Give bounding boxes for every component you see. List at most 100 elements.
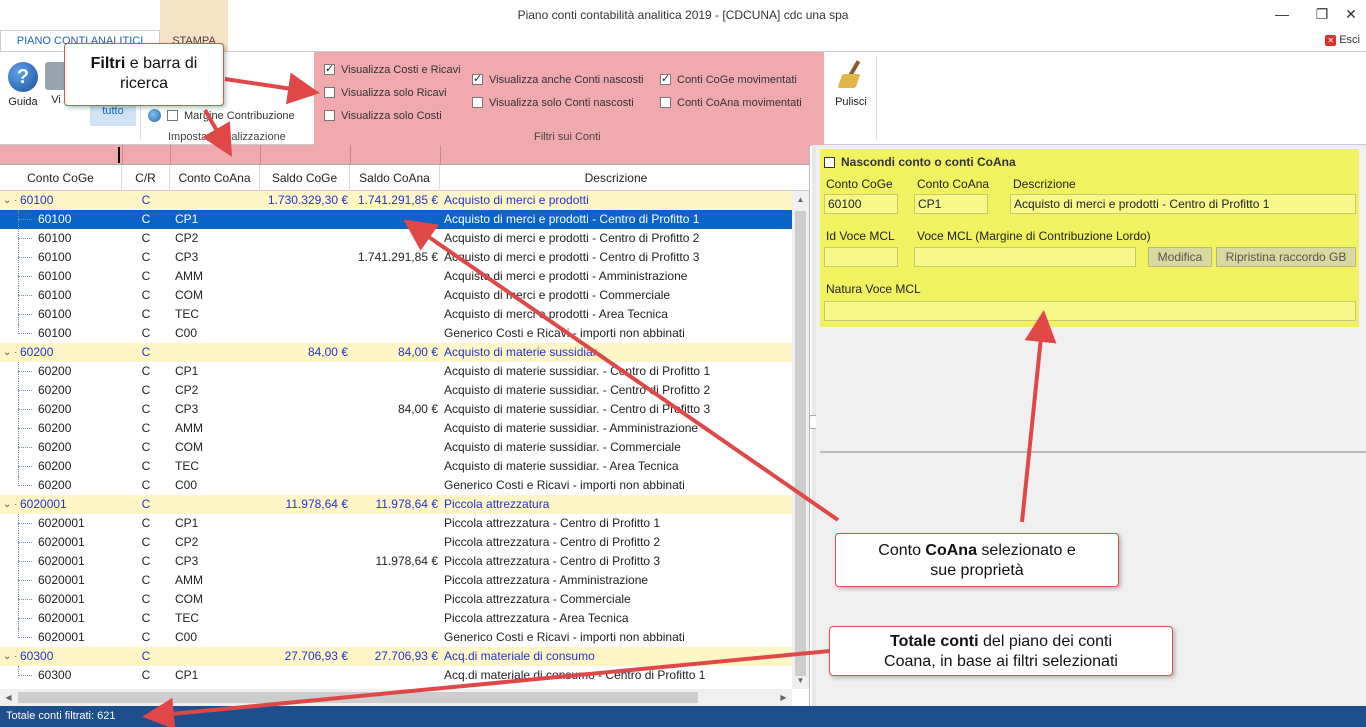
expand-icon[interactable]: ⌄ ·	[3, 343, 18, 362]
guida-button[interactable]: ? Guida	[6, 62, 40, 108]
cell-cr: C	[141, 611, 151, 625]
visualizza-costi-ricavi-check[interactable]: Visualizza Costi e Ricavi	[324, 62, 461, 76]
expand-icon[interactable]: ⌄ ·	[3, 495, 18, 514]
cell-cr: C	[141, 307, 151, 321]
table-row[interactable]: 60200 C CP3 84,00 € Acquisto di materie suss…	[0, 400, 792, 419]
margine-contribuzione-check[interactable]: Margine Contribuzione	[148, 109, 295, 122]
checkbox[interactable]	[824, 157, 835, 168]
text-caret	[118, 147, 120, 163]
conto-coana-field[interactable]: CP1	[914, 194, 988, 214]
checkbox[interactable]	[472, 97, 483, 108]
checkbox[interactable]	[324, 87, 335, 98]
table-row[interactable]: 6020001 C CP2 Piccola attrezzatura - Centro…	[0, 533, 792, 552]
cell-conto-coana: TEC	[175, 307, 199, 321]
checkbox[interactable]	[660, 97, 671, 108]
nascondi-coana-check[interactable]: Nascondi conto o conti CoAna	[824, 155, 1016, 169]
visualizza-solo-ricavi-check[interactable]: Visualizza solo Ricavi	[324, 87, 447, 99]
cell-conto-coana: CP2	[175, 231, 199, 245]
table-row[interactable]: 60100 C COM Acquisto di merci e prodotti - …	[0, 286, 792, 305]
esci-label: Esci	[1339, 34, 1360, 46]
cell-conto-coana: TEC	[175, 459, 199, 473]
checkbox[interactable]	[660, 72, 671, 85]
cell-saldo-coana: 1.741.291,85 €	[357, 250, 438, 264]
cell-conto-coana: TEC	[175, 611, 199, 625]
natura-voce-field[interactable]	[824, 301, 1356, 321]
scroll-left-icon[interactable]: ◀	[0, 689, 17, 706]
col-descrizione[interactable]: Descrizione	[440, 165, 792, 191]
group-row[interactable]: ⌄ · 60100 C 1.730.329,30 € 1.741.291,85 € Acq…	[0, 191, 792, 210]
checkbox[interactable]	[324, 62, 335, 75]
group-row[interactable]: ⌄ · 6020001 C 11.978,64 € 11.978,64 € Piccola…	[0, 495, 792, 514]
table-row[interactable]: 60200 C COM Acquisto di materie sussidiar. …	[0, 438, 792, 457]
table-row[interactable]: 60100 C CP2 Acquisto di merci e prodotti - …	[0, 229, 792, 248]
scroll-right-icon[interactable]: ▶	[775, 689, 792, 706]
table-row[interactable]: 6020001 C COM Piccola attrezzatura - Commer…	[0, 590, 792, 609]
label: Nascondi conto o conti CoAna	[841, 155, 1016, 169]
table-row[interactable]: 60100 C CP3 1.741.291,85 € Acquisto di merci…	[0, 248, 792, 267]
scroll-thumb[interactable]	[18, 692, 698, 703]
pulisci-button[interactable]: Pulisci	[830, 60, 872, 108]
visualizza-solo-costi-check[interactable]: Visualizza solo Costi	[324, 110, 442, 122]
cell-saldo-coana: 84,00 €	[397, 402, 438, 416]
expand-icon[interactable]: ⌄ ·	[3, 647, 18, 666]
col-conto-coge[interactable]: Conto CoGe	[0, 165, 122, 191]
table-row[interactable]: 60200 C C00 Generico Costi e Ricavi - impor…	[0, 476, 792, 495]
checkbox[interactable]	[472, 72, 483, 85]
conti-coana-movimentati-check[interactable]: Conti CoAna movimentati	[660, 97, 802, 109]
horizontal-scrollbar[interactable]: ◀ ▶	[0, 689, 792, 706]
table-row[interactable]: 60200 C CP1 Acquisto di materie sussidiar. …	[0, 362, 792, 381]
horizontal-splitter[interactable]	[820, 451, 1366, 453]
minimize-button[interactable]: —	[1262, 2, 1302, 26]
col-saldo-coge[interactable]: Saldo CoGe	[260, 165, 350, 191]
table-row[interactable]: 6020001 C AMM Piccola attrezzatura - Ammini…	[0, 571, 792, 590]
table-row[interactable]: 60300 C CP1 Acq.di materiale di consumo - C…	[0, 666, 792, 685]
table-row[interactable]: 60100 C CP1 Acquisto di merci e prodotti - …	[0, 210, 792, 229]
close-button[interactable]: ✕	[1336, 2, 1366, 26]
cell-cr: C	[141, 440, 151, 454]
scroll-thumb[interactable]	[795, 211, 806, 676]
cell-conto-coge: 60100	[38, 326, 72, 340]
cell-conto-coge: 60300	[20, 649, 54, 663]
visualizza-anche-nascosti-check[interactable]: Visualizza anche Conti nascosti	[472, 72, 644, 86]
table-row[interactable]: 6020001 C TEC Piccola attrezzatura - Area T…	[0, 609, 792, 628]
expand-icon[interactable]: ⌄ ·	[3, 191, 18, 210]
id-voce-field[interactable]	[824, 247, 898, 267]
cell-conto-coana: COM	[175, 592, 203, 606]
descrizione-field[interactable]: Acquisto di merci e prodotti - Centro di…	[1010, 194, 1356, 214]
group-row[interactable]: ⌄ · 60200 C 84,00 € 84,00 € Acquisto di mater…	[0, 343, 792, 362]
table-row[interactable]: 6020001 C CP3 11.978,64 € Piccola attrezzatu…	[0, 552, 792, 571]
table-row[interactable]: 60200 C TEC Acquisto di materie sussidiar. …	[0, 457, 792, 476]
checkbox[interactable]	[324, 110, 335, 121]
table-row[interactable]: 6020001 C CP1 Piccola attrezzatura - Centro…	[0, 514, 792, 533]
globe-icon	[148, 109, 161, 122]
cell-conto-coge: 6020001	[38, 516, 85, 530]
table-row[interactable]: 60100 C AMM Acquisto di merci e prodotti - …	[0, 267, 792, 286]
modifica-button[interactable]: Modifica	[1148, 247, 1212, 267]
esci-button[interactable]: ✕ Esci	[1325, 34, 1360, 46]
voce-mcl-label: Voce MCL (Margine di Contribuzione Lordo…	[917, 229, 1151, 243]
table-row[interactable]: 60200 C CP2 Acquisto di materie sussidiar. …	[0, 381, 792, 400]
group-row[interactable]: ⌄ · 60300 C 27.706,93 € 27.706,93 € Acq.di ma…	[0, 647, 792, 666]
callout-bold: Totale conti	[889, 633, 979, 650]
table-row[interactable]: 60200 C AMM Acquisto di materie sussidiar. …	[0, 419, 792, 438]
scroll-down-icon[interactable]: ▼	[792, 672, 809, 689]
ripristina-raccordo-button[interactable]: Ripristina raccordo GB	[1216, 247, 1356, 267]
status-bar: Totale conti filtrati: 621	[0, 706, 1366, 727]
col-saldo-coana[interactable]: Saldo CoAna	[350, 165, 440, 191]
table-row[interactable]: 60100 C TEC Acquisto di merci e prodotti - …	[0, 305, 792, 324]
scroll-up-icon[interactable]: ▲	[792, 191, 809, 208]
cell-cr: C	[141, 421, 151, 435]
conto-coge-field[interactable]: 60100	[824, 194, 898, 214]
col-conto-coana[interactable]: Conto CoAna	[170, 165, 260, 191]
conti-coge-movimentati-check[interactable]: Conti CoGe movimentati	[660, 72, 797, 86]
table-row[interactable]: 60100 C C00 Generico Costi e Ricavi - impor…	[0, 324, 792, 343]
search-filter-row[interactable]	[0, 145, 809, 165]
coana-properties: Nascondi conto o conti CoAna Conto CoGe …	[820, 149, 1359, 327]
checkbox[interactable]	[167, 110, 178, 121]
visualizza-solo-nascosti-check[interactable]: Visualizza solo Conti nascosti	[472, 97, 634, 109]
col-cr[interactable]: C/R	[122, 165, 170, 191]
vertical-scrollbar[interactable]: ▲ ▼	[792, 191, 809, 689]
voce-mcl-field[interactable]	[914, 247, 1136, 267]
cell-conto-coana: CP2	[175, 383, 199, 397]
table-row[interactable]: 6020001 C C00 Generico Costi e Ricavi - imp…	[0, 628, 792, 647]
